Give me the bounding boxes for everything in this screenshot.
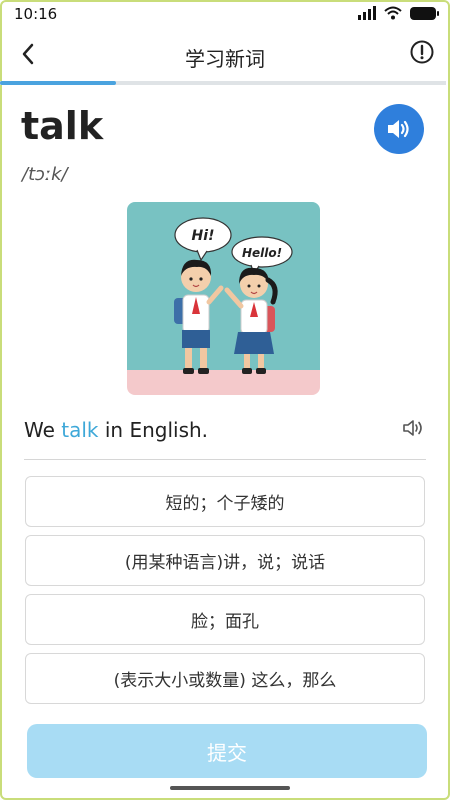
option-2[interactable]: (用某种语言)讲，说；说话 [25,535,425,586]
status-time: 10:16 [14,5,58,23]
nav-bar: 学习新词 [0,30,450,80]
vocab-word: talk [21,104,104,148]
bubble-text-right: Hello! [242,246,282,260]
pronounce-button[interactable] [374,104,424,154]
wifi-icon [384,6,402,20]
sentence-speaker-icon[interactable] [402,418,426,438]
info-icon[interactable] [410,40,434,64]
word-illustration: Hi! Hello! [127,202,320,395]
submit-button[interactable]: 提交 [27,724,427,778]
sentence-highlight: talk [61,418,99,442]
divider [24,459,426,460]
battery-icon [410,6,439,20]
status-bar: 10:16 [0,0,450,28]
option-1[interactable]: 短的；个子矮的 [25,476,425,527]
page-title: 学习新词 [185,47,265,71]
bubble-text-left: Hi! [192,228,215,244]
option-4[interactable]: (表示大小或数量) 这么，那么 [25,653,425,704]
sentence-before: We [24,418,62,442]
signal-icon [358,6,376,20]
speaker-icon [388,120,409,138]
status-icons [358,6,439,20]
example-sentence: We talk in English. [24,418,208,442]
home-indicator [170,786,290,790]
phonetic: /tɔːk/ [22,164,68,185]
progress-bar [0,81,446,85]
progress-fill [0,81,116,85]
sentence-after: in English. [98,418,209,442]
option-3[interactable]: 脸；面孔 [25,594,425,645]
